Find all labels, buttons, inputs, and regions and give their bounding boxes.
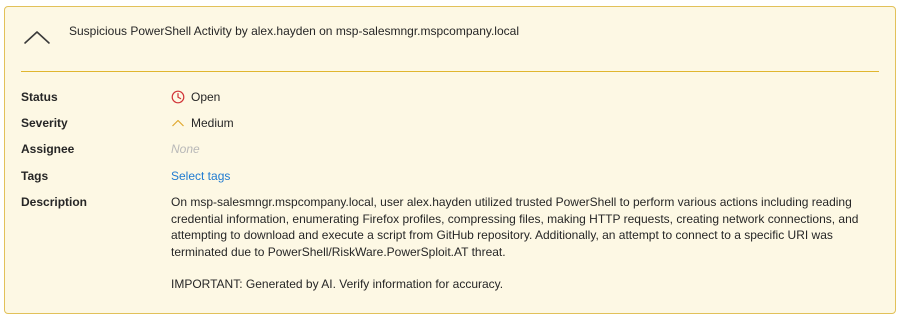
- severity-text: Medium: [191, 116, 234, 130]
- assignee-row: Assignee None: [21, 141, 879, 157]
- description-row: Description On msp-salesmngr.mspcompany.…: [21, 194, 879, 293]
- description-text: On msp-salesmngr.mspcompany.local, user …: [171, 195, 859, 259]
- alert-card: Suspicious PowerShell Activity by alex.h…: [4, 6, 896, 314]
- severity-label: Severity: [21, 116, 68, 130]
- clock-icon: [171, 90, 185, 104]
- severity-value: Medium: [171, 115, 234, 131]
- status-row: Status Open: [21, 89, 879, 105]
- chevron-up-icon: [171, 116, 185, 130]
- assignee-label: Assignee: [21, 142, 75, 156]
- severity-row: Severity Medium: [21, 115, 879, 131]
- alert-title: Suspicious PowerShell Activity by alex.h…: [69, 24, 519, 38]
- tags-value: Select tags: [171, 168, 230, 184]
- divider: [21, 71, 879, 72]
- select-tags-link[interactable]: Select tags: [171, 168, 230, 184]
- assignee-text: None: [171, 142, 200, 156]
- tags-label: Tags: [21, 169, 49, 183]
- assignee-value[interactable]: None: [171, 141, 200, 157]
- description-label: Description: [21, 195, 88, 209]
- chevron-up-icon: [24, 31, 50, 44]
- status-value: Open: [171, 89, 220, 105]
- description-value: On msp-salesmngr.mspcompany.local, user …: [171, 194, 861, 293]
- tags-row: Tags Select tags: [21, 168, 879, 184]
- collapse-button[interactable]: [21, 25, 53, 49]
- status-label: Status: [21, 90, 58, 104]
- status-text: Open: [191, 90, 221, 104]
- ai-disclaimer: IMPORTANT: Generated by AI. Verify infor…: [171, 277, 504, 291]
